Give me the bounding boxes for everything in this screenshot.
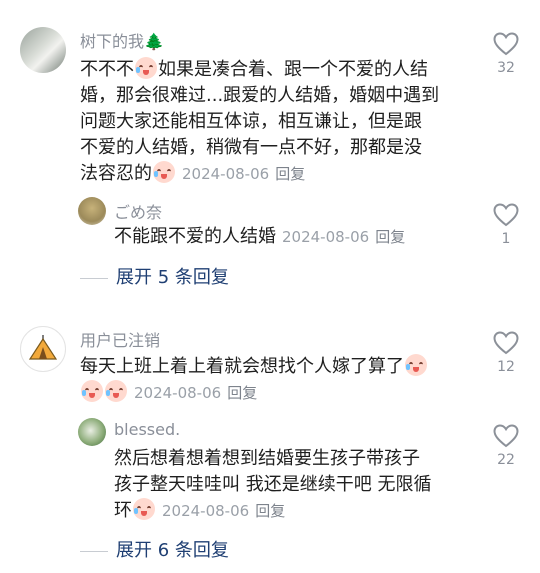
like-count: 22 — [497, 452, 515, 468]
heart-outline-icon — [493, 203, 519, 227]
comment-text-part: 法容忍的 — [80, 163, 152, 184]
reply-button[interactable]: 回复 — [275, 165, 305, 183]
like-button[interactable]: 22 — [476, 424, 536, 468]
like-button[interactable]: 1 — [476, 203, 536, 247]
expand-replies-button[interactable]: 展开 5 条回复 — [80, 263, 229, 289]
comment-text-part: 如果是凑合着、跟一个不爱的人结 — [158, 59, 428, 80]
avatar[interactable] — [78, 418, 106, 446]
reply-date: 2024-08-06 — [282, 228, 370, 246]
reply-username[interactable]: ごめ奈 — [114, 199, 162, 223]
avatar[interactable] — [78, 197, 106, 225]
reply-button[interactable]: 回复 — [375, 228, 405, 246]
reply-text-line: 孩子整天哇哇叫 我还是继续干吧 无限循 — [114, 474, 432, 495]
comment-text-line: 问题大家还能相互体谅，相互谦让，但是跟 — [80, 111, 422, 132]
reply-text-line: 环 — [114, 500, 132, 521]
reply-date: 2024-08-06 — [162, 502, 250, 520]
crying-laughing-emoji-icon — [153, 161, 175, 183]
reply-text: 不能跟不爱的人结婚 2024-08-06 回复 — [114, 224, 405, 250]
divider — [80, 550, 108, 552]
crying-laughing-emoji-icon — [405, 354, 427, 376]
heart-outline-icon — [493, 424, 519, 448]
heart-outline-icon — [493, 32, 519, 56]
reply-button[interactable]: 回复 — [227, 384, 257, 402]
reply-text-content: 不能跟不爱的人结婚 — [114, 226, 276, 247]
crying-laughing-emoji-icon — [81, 380, 103, 402]
avatar[interactable] — [20, 27, 66, 73]
comment-text: 每天上班上着上着就会想找个人嫁了算了 2024-08-06 回复 — [80, 354, 428, 406]
heart-outline-icon — [493, 331, 519, 355]
reply-text-line: 然后想着想着想到结婚要生孩子带孩子 — [114, 448, 420, 469]
expand-replies-button[interactable]: 展开 6 条回复 — [80, 536, 229, 562]
reply-text: 然后想着想着想到结婚要生孩子带孩子 孩子整天哇哇叫 我还是继续干吧 无限循 环 2… — [114, 446, 431, 524]
like-count: 32 — [497, 60, 515, 76]
comment-text: 不不不 如果是凑合着、跟一个不爱的人结 婚，那会很难过...跟爱的人结婚，婚姻中遇… — [80, 57, 439, 187]
comment-text-line: 婚，那会很难过...跟爱的人结婚，婚姻中遇到 — [80, 85, 440, 106]
crying-laughing-emoji-icon — [135, 57, 157, 79]
comment-text-part: 不不不 — [80, 59, 134, 80]
expand-replies-label: 展开 5 条回复 — [116, 267, 229, 288]
like-count: 12 — [497, 359, 515, 375]
like-count: 1 — [501, 231, 511, 247]
expand-replies-label: 展开 6 条回复 — [116, 540, 229, 561]
comment-date: 2024-08-06 — [134, 384, 222, 402]
comment-username[interactable]: 树下的我🌲 — [80, 28, 164, 52]
crying-laughing-emoji-icon — [133, 498, 155, 520]
crying-laughing-emoji-icon — [105, 380, 127, 402]
reply-button[interactable]: 回复 — [255, 502, 285, 520]
comment-date: 2024-08-06 — [182, 165, 270, 183]
avatar[interactable] — [20, 326, 66, 372]
reply-username[interactable]: blessed. — [114, 420, 180, 439]
comment-username[interactable]: 用户已注销 — [80, 327, 160, 351]
comment-text-line: 每天上班上着上着就会想找个人嫁了算了 — [80, 356, 404, 377]
tent-icon — [28, 335, 58, 360]
like-button[interactable]: 32 — [476, 32, 536, 76]
comment-text-line: 不爱的人结婚，稍微有一点不好，那都是没 — [80, 137, 422, 158]
divider — [80, 277, 108, 279]
like-button[interactable]: 12 — [476, 331, 536, 375]
